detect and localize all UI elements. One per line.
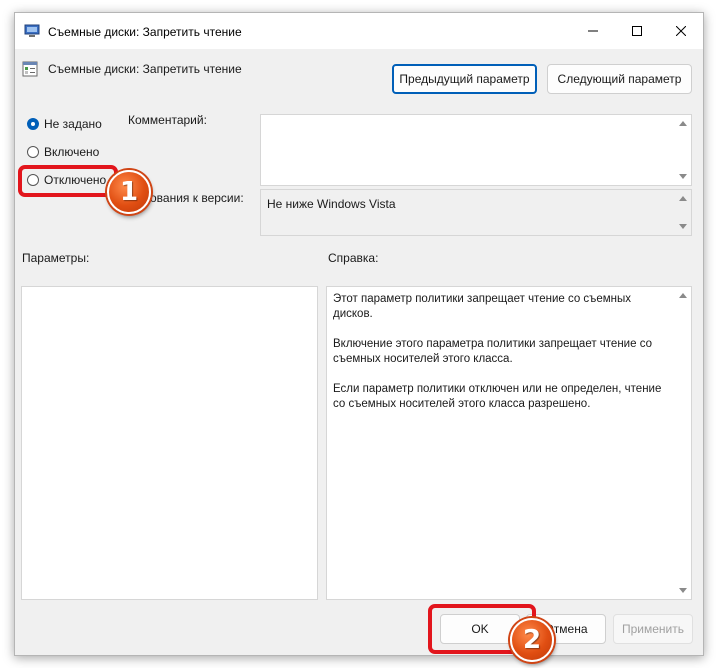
annotation-highlight-disabled — [18, 165, 118, 197]
comment-label: Комментарий: — [128, 113, 207, 127]
supported-scrollbar[interactable] — [676, 192, 690, 233]
comment-scrollbar[interactable] — [676, 117, 690, 183]
annotation-badge-2: 2 — [510, 618, 554, 662]
title-bar: Съемные диски: Запретить чтение — [15, 13, 703, 49]
next-setting-button[interactable]: Следующий параметр — [547, 64, 692, 94]
gpedit-app-icon — [24, 24, 40, 37]
scroll-up-arrow-icon[interactable] — [679, 121, 687, 126]
scroll-up-arrow-icon[interactable] — [679, 293, 687, 298]
radio-label: Не задано — [44, 117, 102, 131]
policy-title: Съемные диски: Запретить чтение — [48, 62, 242, 76]
radio-not-configured[interactable]: Не задано — [27, 115, 102, 133]
policy-setting-icon — [22, 61, 38, 77]
options-section-label: Параметры: — [22, 251, 90, 265]
minimize-icon — [588, 30, 598, 32]
radio-label: Включено — [44, 145, 100, 159]
options-pane — [21, 286, 318, 600]
scroll-down-arrow-icon[interactable] — [679, 224, 687, 229]
radio-button[interactable] — [27, 118, 39, 130]
minimize-button[interactable] — [571, 13, 615, 49]
scroll-up-arrow-icon[interactable] — [679, 196, 687, 201]
scroll-down-arrow-icon[interactable] — [679, 174, 687, 179]
maximize-button[interactable] — [615, 13, 659, 49]
help-pane: Этот параметр политики запрещает чтение … — [326, 286, 692, 600]
help-paragraph: Включение этого параметра политики запре… — [333, 338, 652, 365]
help-paragraph: Этот параметр политики запрещает чтение … — [333, 293, 632, 320]
help-scrollbar[interactable] — [676, 289, 690, 597]
annotation-badge-1: 1 — [107, 170, 151, 214]
radio-button[interactable] — [27, 146, 39, 158]
previous-setting-button[interactable]: Предыдущий параметр — [392, 64, 537, 94]
help-paragraph: Если параметр политики отключен или не о… — [333, 383, 662, 410]
help-section-label: Справка: — [328, 251, 379, 265]
maximize-icon — [632, 26, 642, 36]
supported-on-value: Не ниже Windows Vista — [267, 197, 396, 211]
window-title: Съемные диски: Запретить чтение — [48, 25, 242, 39]
supported-on-field: Не ниже Windows Vista — [260, 189, 692, 236]
radio-enabled[interactable]: Включено — [27, 143, 99, 161]
scroll-down-arrow-icon[interactable] — [679, 588, 687, 593]
close-button[interactable] — [659, 13, 703, 49]
comment-field[interactable] — [260, 114, 692, 186]
close-icon — [676, 26, 686, 36]
policy-dialog-window: Съемные диски: Запретить чтение Съемные … — [14, 12, 704, 656]
help-text: Этот параметр политики запрещает чтение … — [333, 292, 671, 427]
supported-on-label: ования к версии: — [150, 191, 244, 205]
apply-button[interactable]: Применить — [613, 614, 693, 644]
